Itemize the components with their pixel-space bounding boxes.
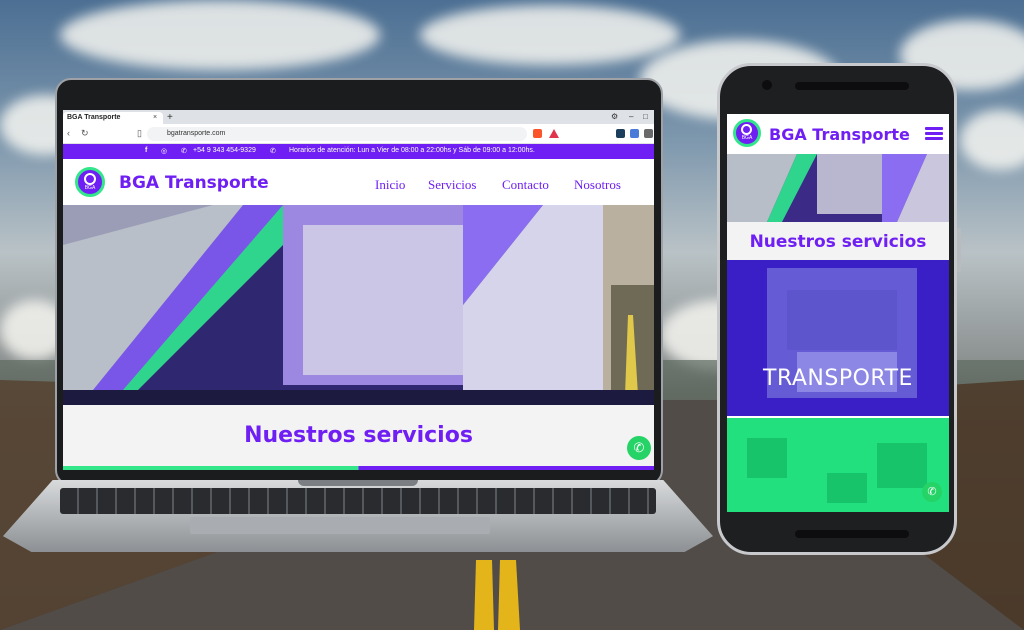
services-title: Nuestros servicios — [244, 423, 473, 448]
site-topbar: f ◎ ✆ +54 9 343 454-9329 ✆ Horarios de a… — [63, 144, 654, 159]
mobile-hero-graphic — [727, 154, 949, 222]
browser-tabbar: BGA Transporte × + ⚙ – □ — [63, 110, 654, 124]
business-hours: Horarios de atención: Lun a Vier de 08:0… — [289, 147, 535, 154]
mobile-hero — [727, 154, 949, 222]
laptop-screen: BGA Transporte × + ⚙ – □ ‹ ↻ ▯ bgatransp… — [63, 110, 654, 470]
services-divider — [63, 466, 654, 470]
mobile-services-title: Nuestros servicios — [749, 232, 927, 252]
phone-screen: BGA BGA Transporte Nuestros servicios TR… — [727, 114, 949, 512]
service-card-packages[interactable] — [727, 418, 949, 512]
browser-tab-title: BGA Transporte — [67, 114, 121, 121]
service-card-transporte[interactable]: TRANSPORTE — [727, 260, 949, 416]
minimize-icon[interactable]: – — [629, 112, 633, 121]
logo-text: BGA — [84, 185, 96, 191]
nav-link-inicio[interactable]: Inicio — [375, 177, 405, 193]
nav-link-servicios[interactable]: Servicios — [428, 177, 476, 193]
transport-truck-image — [727, 260, 949, 416]
maximize-icon[interactable]: □ — [643, 112, 648, 121]
phone-bottom-speaker — [795, 530, 909, 538]
site-header: BGA BGA Transporte Inicio Servicios Cont… — [63, 159, 654, 205]
phone-number[interactable]: +54 9 343 454-9329 — [193, 147, 256, 154]
mobile-services-section: Nuestros servicios — [727, 222, 949, 260]
hamburger-menu-icon[interactable] — [925, 127, 943, 141]
mobile-header: BGA BGA Transporte — [727, 114, 949, 154]
whatsapp-icon: ✆ — [927, 486, 937, 498]
instagram-icon[interactable]: ◎ — [161, 147, 167, 155]
translate-icon[interactable] — [630, 129, 639, 138]
settings-icon[interactable]: ⚙ — [611, 112, 618, 121]
brave-rewards-icon[interactable] — [549, 129, 559, 138]
logo-arrow-icon — [741, 124, 752, 135]
whatsapp-button[interactable]: ✆ — [627, 436, 651, 460]
whatsapp-icon: ✆ — [633, 440, 645, 455]
packages-image — [727, 418, 949, 512]
laptop-keyboard — [60, 488, 656, 514]
services-section: Nuestros servicios — [63, 405, 654, 470]
brand-name[interactable]: BGA Transporte — [119, 173, 269, 193]
hero-banner — [63, 205, 654, 405]
browser-tab[interactable]: BGA Transporte — [63, 112, 163, 124]
new-tab-icon[interactable]: + — [167, 112, 173, 123]
phone-icon: ✆ — [181, 148, 187, 155]
puzzle-icon[interactable] — [644, 129, 653, 138]
service-card-label: TRANSPORTE — [763, 366, 913, 391]
reload-icon[interactable]: ↻ — [81, 128, 89, 139]
facebook-icon[interactable]: f — [145, 147, 147, 154]
laptop-trackpad — [190, 517, 490, 534]
logo-arrow-icon — [84, 173, 96, 185]
phone-speaker — [795, 82, 909, 90]
mobile-whatsapp-button[interactable]: ✆ — [922, 482, 942, 502]
back-icon[interactable]: ‹ — [67, 128, 70, 138]
laptop-hinge — [298, 480, 418, 486]
phone-camera — [762, 80, 772, 90]
nav-link-contacto[interactable]: Contacto — [502, 177, 549, 193]
hero-graphic — [63, 205, 654, 405]
bookmark-icon[interactable]: ▯ — [137, 128, 142, 139]
phone-side-button — [957, 228, 961, 272]
extension-icon[interactable] — [616, 129, 625, 138]
close-tab-icon[interactable]: × — [153, 114, 157, 121]
whatsapp-small-icon[interactable]: ✆ — [270, 147, 276, 155]
address-bar[interactable]: bgatransporte.com — [147, 127, 527, 141]
logo[interactable]: BGA — [75, 167, 105, 197]
brave-shield-icon[interactable] — [533, 129, 542, 138]
logo-text: BGA — [741, 135, 753, 141]
mobile-brand-name[interactable]: BGA Transporte — [769, 125, 910, 144]
browser-toolbar: ‹ ↻ ▯ bgatransporte.com — [63, 124, 654, 144]
nav-link-nosotros[interactable]: Nosotros — [574, 177, 621, 193]
mobile-logo[interactable]: BGA — [733, 119, 761, 147]
